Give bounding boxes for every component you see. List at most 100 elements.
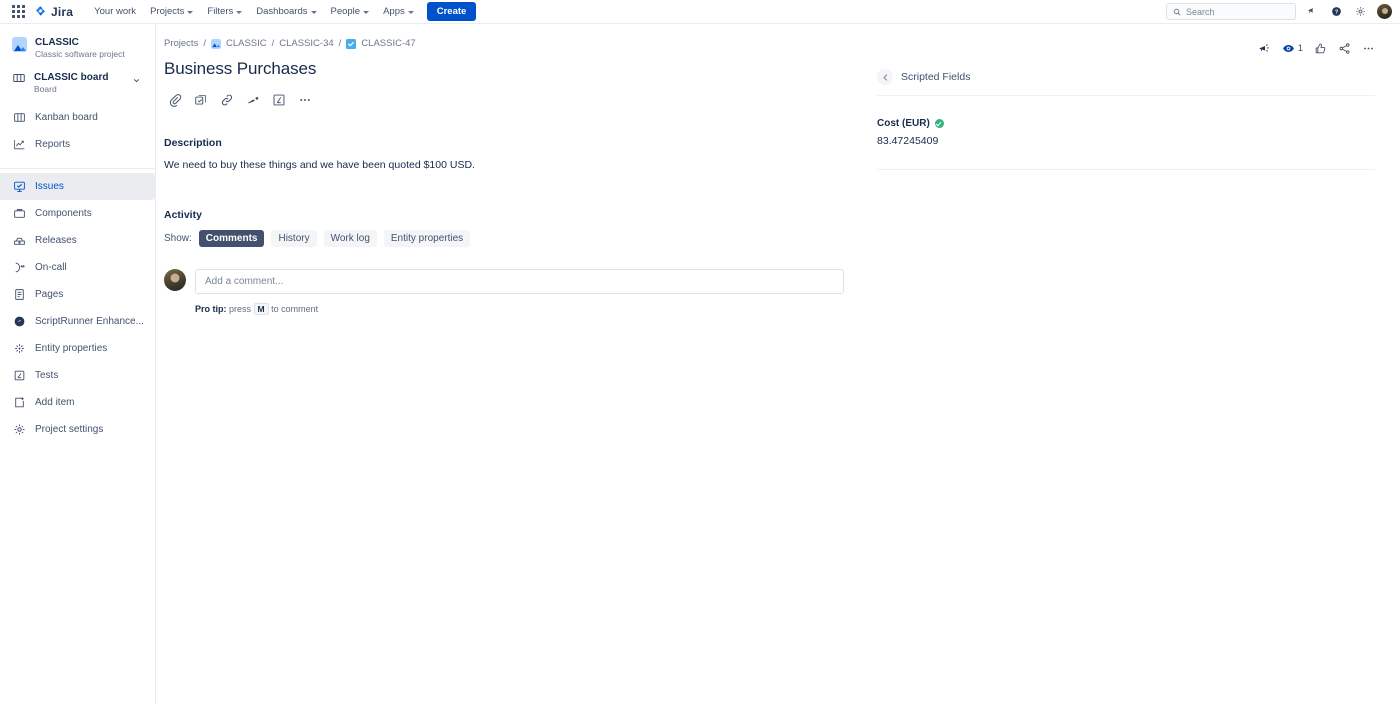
task-type-icon	[346, 38, 357, 49]
sidebar-item-label: Issues	[35, 180, 64, 192]
share-button[interactable]	[1338, 42, 1351, 55]
tests-icon	[12, 368, 26, 382]
project-avatar-icon	[210, 38, 221, 49]
releases-icon	[12, 233, 26, 247]
add-child-issue-button[interactable]	[190, 89, 212, 111]
notifications-icon[interactable]	[1305, 4, 1320, 19]
settings-gear-icon	[12, 422, 26, 436]
sidebar-item-kanban-board[interactable]: Kanban board	[0, 104, 155, 131]
help-icon[interactable]: ?	[1329, 4, 1344, 19]
sidebar-item-add-item[interactable]: Add item	[0, 389, 155, 416]
sidebar-item-issues[interactable]: Issues	[0, 172, 155, 200]
paperclip-icon	[169, 94, 182, 107]
search-input[interactable]: Search	[1166, 3, 1296, 20]
settings-gear-icon[interactable]	[1353, 4, 1368, 19]
pro-tip-suffix: to comment	[271, 303, 319, 314]
status-badge	[934, 119, 944, 128]
breadcrumb-current-issue[interactable]: CLASSIC-47	[361, 38, 415, 49]
description-text[interactable]: We need to buy these things and we have …	[164, 158, 844, 174]
breadcrumb-project[interactable]: CLASSIC	[226, 38, 267, 49]
activity-filter-row: Show: Comments History Work log Entity p…	[164, 229, 844, 247]
top-navigation-bar: Jira Your work Projects Filters Dashboar…	[0, 0, 1400, 24]
nav-dashboards[interactable]: Dashboards	[249, 3, 323, 20]
branch-icon	[247, 96, 258, 103]
pro-tip-text: Pro tip: press M to comment	[195, 302, 844, 315]
nav-your-work[interactable]: Your work	[87, 3, 143, 20]
board-stack-icon	[13, 73, 25, 82]
issue-action-toolbar	[164, 89, 844, 111]
attach-button[interactable]	[164, 89, 186, 111]
sidebar-project-subtitle: Classic software project	[35, 49, 125, 59]
link-icon	[221, 94, 233, 106]
sidebar-item-label: Add item	[35, 396, 75, 408]
sidebar-item-reports[interactable]: Reports	[0, 131, 155, 158]
share-icon	[1339, 42, 1350, 54]
field-divider	[877, 169, 1375, 170]
sidebar-item-label: Components	[35, 207, 92, 219]
field-label-row: Cost (EUR)	[877, 118, 1375, 129]
scripted-field-cost: Cost (EUR) 83.47245409	[868, 96, 1384, 147]
jira-logo-text: Jira	[51, 4, 74, 19]
watch-button[interactable]: 1	[1282, 42, 1303, 55]
arrow-left-icon	[883, 73, 887, 81]
sidebar-item-components[interactable]: Components	[0, 200, 155, 227]
chevron-down-icon[interactable]	[132, 76, 141, 85]
comment-column: Pro tip: press M to comment	[195, 268, 844, 315]
thumbs-up-icon	[1315, 43, 1326, 53]
link-issue-button[interactable]	[216, 89, 238, 111]
tab-comments[interactable]: Comments	[198, 229, 265, 247]
add-item-icon	[12, 395, 26, 409]
sidebar-item-entity-properties[interactable]: Entity properties	[0, 335, 155, 362]
nav-people[interactable]: People	[324, 3, 377, 20]
tab-entity-properties[interactable]: Entity properties	[383, 229, 471, 247]
tab-history[interactable]: History	[271, 229, 317, 247]
app-switcher-icon[interactable]	[12, 4, 26, 19]
watch-count: 1	[1297, 42, 1303, 54]
sidebar-item-on-call[interactable]: On-call	[0, 254, 155, 281]
ellipsis-icon	[300, 99, 310, 101]
pro-tip-mid: press	[229, 303, 252, 314]
jira-logo[interactable]: Jira	[34, 5, 73, 19]
description-section: Description We need to buy these things …	[164, 137, 844, 174]
give-feedback-button[interactable]	[1258, 42, 1271, 55]
profile-avatar[interactable]	[1377, 4, 1392, 19]
search-placeholder: Search	[1186, 6, 1215, 17]
activity-section: Activity Show: Comments History Work log…	[164, 209, 844, 315]
more-actions-button[interactable]	[294, 89, 316, 111]
add-comment-row: Pro tip: press M to comment	[164, 268, 844, 315]
breadcrumb-projects[interactable]: Projects	[164, 38, 198, 49]
sidebar-item-label: Reports	[35, 138, 71, 150]
nav-projects[interactable]: Projects	[143, 3, 200, 20]
sidebar-item-tests[interactable]: Tests	[0, 362, 155, 389]
nav-filters[interactable]: Filters	[200, 3, 249, 20]
entity-properties-icon	[12, 341, 26, 355]
create-branch-button[interactable]	[242, 89, 264, 111]
chevron-down-icon	[236, 10, 243, 14]
sidebar-board-name: CLASSIC board	[34, 71, 109, 83]
field-value[interactable]: 83.47245409	[877, 135, 1375, 147]
ellipsis-icon	[1364, 47, 1373, 49]
sidebar-project-name: CLASSIC	[35, 37, 79, 48]
avatar	[164, 268, 186, 291]
create-button[interactable]: Create	[426, 2, 477, 21]
sidebar-item-project-settings[interactable]: Project settings	[0, 416, 155, 443]
sidebar-item-pages[interactable]: Pages	[0, 281, 155, 308]
sidebar-project-header[interactable]: CLASSIC Classic software project	[0, 36, 155, 61]
sidebar-item-releases[interactable]: Releases	[0, 227, 155, 254]
vote-button[interactable]	[1314, 42, 1327, 55]
tab-work-log[interactable]: Work log	[323, 229, 377, 247]
panel-more-button[interactable]	[1362, 42, 1375, 55]
breadcrumb-parent-issue[interactable]: CLASSIC-34	[279, 38, 333, 49]
panel-back-button[interactable]	[877, 69, 893, 85]
sidebar-item-label: Kanban board	[35, 111, 98, 123]
issue-view: Projects / CLASSIC / CLASSIC-34 / CLASSI…	[156, 24, 1400, 704]
sidebar-board-header[interactable]: CLASSIC board Board	[0, 61, 155, 96]
activity-label: Activity	[164, 208, 202, 221]
comment-input[interactable]	[195, 268, 844, 294]
test-button[interactable]	[268, 89, 290, 111]
sidebar-item-scriptrunner[interactable]: ScriptRunner Enhance...	[0, 308, 155, 335]
nav-apps[interactable]: Apps	[376, 3, 421, 20]
breadcrumb-separator: /	[203, 38, 206, 49]
description-label: Description	[164, 137, 222, 149]
breadcrumb-separator: /	[271, 38, 275, 49]
